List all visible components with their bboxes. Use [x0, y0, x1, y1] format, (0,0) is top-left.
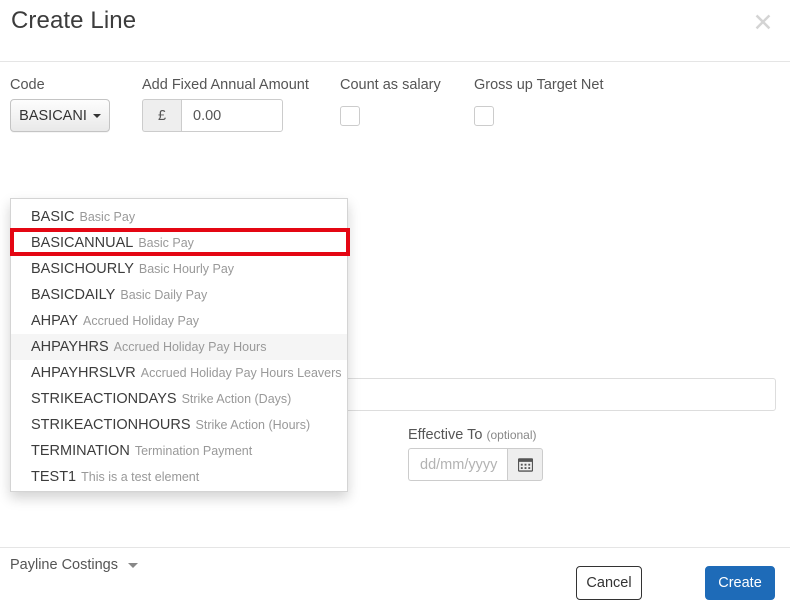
effective-to-label-text: Effective To	[408, 427, 482, 443]
dropdown-item[interactable]: BASICDAILY Basic Daily Pay	[11, 282, 347, 308]
gross-up-target-net-checkbox[interactable]	[474, 106, 494, 126]
dropdown-item[interactable]: BASIC Basic Pay	[11, 204, 347, 230]
modal-body: Code BASICANI Add Fixed Annual Amount £ …	[0, 62, 790, 547]
code-label: Code	[10, 77, 45, 93]
dropdown-item[interactable]: AHPAYHRS Accrued Holiday Pay Hours	[11, 334, 347, 360]
dropdown-item-description: Termination Payment	[135, 444, 252, 458]
dropdown-item[interactable]: AHPAY Accrued Holiday Pay	[11, 308, 347, 334]
effective-to-optional: (optional)	[486, 428, 536, 442]
dropdown-item-code: STRIKEACTIONDAYS	[31, 391, 177, 407]
dropdown-item[interactable]: BASICHOURLY Basic Hourly Pay	[11, 256, 347, 282]
currency-symbol: £	[142, 99, 181, 132]
amount-input-group: £	[142, 99, 283, 132]
dropdown-item-description: Accrued Holiday Pay	[83, 314, 199, 328]
dropdown-item-code: AHPAY	[31, 313, 78, 329]
effective-to-group	[408, 448, 543, 481]
effective-to-input[interactable]	[408, 448, 507, 481]
dropdown-item-description: Accrued Holiday Pay Hours	[114, 340, 267, 354]
dropdown-item-code: AHPAYHRS	[31, 339, 109, 355]
create-button[interactable]: Create	[705, 566, 775, 600]
cancel-button[interactable]: Cancel	[576, 566, 642, 600]
dropdown-item-code: STRIKEACTIONHOURS	[31, 417, 191, 433]
code-dropdown-toggle[interactable]: BASICANI	[10, 99, 110, 132]
code-dropdown-menu[interactable]: BASIC Basic Pay BASICANNUAL Basic Pay BASICH…	[10, 198, 348, 492]
dropdown-item-code: BASICDAILY	[31, 287, 115, 303]
dropdown-item[interactable]: BASICANNUAL Basic Pay	[11, 230, 347, 256]
effective-to-calendar-icon[interactable]	[507, 448, 543, 481]
dropdown-item-code: BASICANNUAL	[31, 235, 133, 251]
dropdown-item-description: This is a test element	[81, 470, 199, 484]
dropdown-item[interactable]: TERMINATION Termination Payment	[11, 438, 347, 464]
count-as-salary-checkbox[interactable]	[340, 106, 360, 126]
dropdown-item-code: BASICHOURLY	[31, 261, 134, 277]
gross-up-target-net-label: Gross up Target Net	[474, 77, 604, 93]
close-icon[interactable]: ✕	[749, 9, 777, 37]
amount-input[interactable]	[181, 99, 283, 132]
modal-header: Create Line ✕	[0, 0, 790, 62]
dropdown-item-code: BASIC	[31, 209, 75, 225]
dropdown-item[interactable]: TEST1 This is a test element	[11, 464, 347, 490]
dropdown-item-code: AHPAYHRSLVR	[31, 365, 136, 381]
dropdown-item-description: Basic Pay	[80, 210, 136, 224]
dropdown-item-description: Strike Action (Days)	[182, 392, 292, 406]
caret-down-icon	[93, 114, 101, 118]
dropdown-item-description: Basic Hourly Pay	[139, 262, 234, 276]
dropdown-item-description: Basic Daily Pay	[120, 288, 207, 302]
dropdown-item[interactable]: AHPAYHRSLVR Accrued Holiday Pay Hours Lea…	[11, 360, 347, 386]
code-dropdown-value: BASICANI	[19, 108, 87, 124]
dropdown-item-code: TEST1	[31, 469, 76, 485]
create-line-modal: Create Line ✕ Code BASICANI Add Fixed An…	[0, 0, 790, 607]
dropdown-item-description: Accrued Holiday Pay Hours Leavers	[141, 366, 342, 380]
count-as-salary-label: Count as salary	[340, 77, 441, 93]
amount-label: Add Fixed Annual Amount	[142, 77, 309, 93]
dropdown-item-description: Strike Action (Hours)	[196, 418, 311, 432]
effective-to-label: Effective To (optional)	[408, 427, 537, 443]
dropdown-item[interactable]: STRIKEACTIONHOURS Strike Action (Hours)	[11, 412, 347, 438]
dropdown-item-description: Basic Pay	[138, 236, 194, 250]
page-title: Create Line	[11, 7, 136, 35]
dropdown-item[interactable]: STRIKEACTIONDAYS Strike Action (Days)	[11, 386, 347, 412]
modal-footer: Cancel Create	[0, 547, 790, 607]
dropdown-item-code: TERMINATION	[31, 443, 130, 459]
